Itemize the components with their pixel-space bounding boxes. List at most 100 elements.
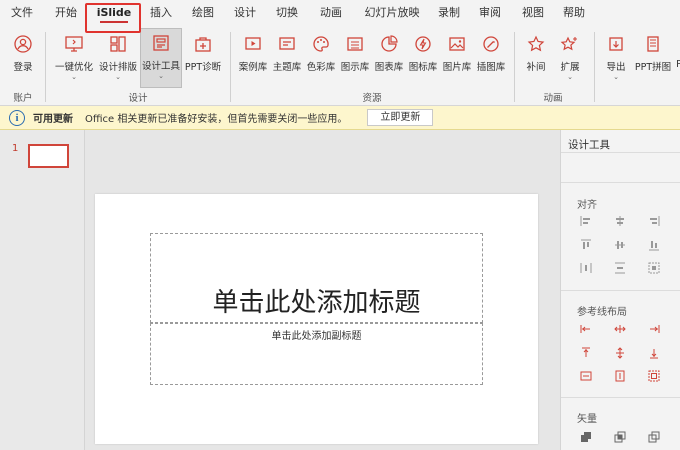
export-label: 导出 [606, 62, 626, 73]
collage-icon [640, 33, 666, 55]
menu-draw[interactable]: 绘图 [182, 0, 224, 26]
pie-chart-icon [376, 33, 402, 55]
illustration-library-button[interactable]: 插图库 [474, 30, 508, 88]
group-label-design: 设计 [128, 93, 148, 104]
slide-thumbnail[interactable] [28, 144, 69, 168]
group-divider [514, 32, 515, 102]
guide-top-icon[interactable] [579, 346, 593, 360]
star-icon [523, 33, 549, 55]
layout-grid-icon [105, 33, 131, 55]
menu-islide[interactable]: iSlide [88, 0, 140, 26]
extend-label: 扩展 [560, 62, 580, 73]
panel-divider [561, 182, 680, 183]
vector-union-icon[interactable] [579, 430, 593, 444]
guide-margins-icon[interactable] [647, 369, 661, 383]
subtitle-placeholder[interactable]: 单击此处添加副标题 [150, 323, 483, 385]
menu-animations[interactable]: 动画 [308, 0, 354, 26]
more-tools-icon [666, 33, 680, 55]
notification-message: Office 相关更新已准备好安装，但首先需要关闭一些应用。 [85, 114, 348, 125]
theme-icon [274, 33, 300, 55]
tween-button[interactable]: 补间 [520, 30, 552, 88]
vector-subtract-icon[interactable] [647, 430, 661, 444]
align-to-slide-icon[interactable] [647, 261, 661, 275]
diagram-library-button[interactable]: 图示库 [338, 30, 372, 88]
icon-library-button[interactable]: 图标库 [406, 30, 440, 88]
menu-record[interactable]: 录制 [430, 0, 468, 26]
design-tools-icon [148, 32, 174, 54]
title-placeholder[interactable]: 单击此处添加标题 [150, 233, 483, 323]
menu-review[interactable]: 审阅 [468, 0, 512, 26]
guide-center-h-icon[interactable] [613, 322, 627, 336]
slide-canvas: 单击此处添加标题 单击此处添加副标题 [85, 130, 560, 450]
vector-section-title: 矢量 [577, 414, 597, 425]
more-tools-button[interactable]: P [674, 30, 680, 88]
ppt-diagnose-button[interactable]: PPT诊断 [183, 30, 223, 88]
distribute-horizontal-icon[interactable] [579, 261, 593, 275]
user-icon [10, 33, 36, 55]
theme-library-button[interactable]: 主题库 [270, 30, 304, 88]
menu-help[interactable]: 帮助 [554, 0, 594, 26]
guide-width-icon[interactable] [579, 369, 593, 383]
active-tab-underline [100, 21, 128, 23]
group-label-animation: 动画 [543, 93, 563, 104]
image-icon [444, 33, 470, 55]
panel-divider [561, 152, 680, 153]
extend-button[interactable]: 扩展 ⌄ [554, 30, 586, 88]
color-library-button[interactable]: 色彩库 [304, 30, 338, 88]
case-library-button[interactable]: 案例库 [236, 30, 270, 88]
design-tools-button[interactable]: 设计工具 ⌄ [140, 28, 182, 88]
slide-number: 1 [12, 143, 19, 154]
picture-library-button[interactable]: 图片库 [440, 30, 474, 88]
vector-intersect-icon[interactable] [613, 430, 627, 444]
menu-islide-label: iSlide [96, 6, 132, 19]
align-right-icon[interactable] [647, 214, 661, 228]
slide-thumbnail-pane: 1 [0, 130, 85, 450]
login-button[interactable]: 登录 [6, 30, 40, 88]
menu-slideshow[interactable]: 幻灯片放映 [354, 0, 430, 26]
group-divider [230, 32, 231, 102]
slide[interactable]: 单击此处添加标题 单击此处添加副标题 [95, 194, 538, 444]
chevron-down-icon: ⌄ [71, 73, 77, 81]
menu-file[interactable]: 文件 [0, 0, 44, 26]
update-now-button[interactable]: 立即更新 [367, 109, 434, 126]
guide-right-icon[interactable] [647, 322, 661, 336]
design-tools-label: 设计工具 [141, 61, 180, 72]
case-library-label: 案例库 [238, 62, 268, 73]
one-click-optimize-label: 一键优化 [54, 62, 93, 73]
menu-home[interactable]: 开始 [44, 0, 88, 26]
chart-library-button[interactable]: 图表库 [372, 30, 406, 88]
menu-insert[interactable]: 插入 [140, 0, 182, 26]
align-middle-icon[interactable] [613, 238, 627, 252]
group-label-account: 账户 [13, 93, 33, 104]
group-divider [594, 32, 595, 102]
brush-circle-icon [478, 33, 504, 55]
export-button[interactable]: 导出 ⌄ [600, 30, 632, 88]
ppt-diagnose-label: PPT诊断 [184, 62, 222, 73]
align-top-icon[interactable] [579, 238, 593, 252]
export-icon [603, 33, 629, 55]
align-center-icon[interactable] [613, 214, 627, 228]
ribbon: 登录 账户 一键优化 ⌄ 设计排版 ⌄ 设计工具 ⌄ PPT诊断 设计 案例库 … [0, 26, 680, 106]
one-click-optimize-button[interactable]: 一键优化 ⌄ [52, 30, 96, 88]
menu-view[interactable]: 视图 [512, 0, 554, 26]
design-layout-button[interactable]: 设计排版 ⌄ [96, 30, 140, 88]
tween-label: 补间 [526, 62, 546, 73]
chevron-down-icon: ⌄ [115, 73, 121, 81]
guide-bottom-icon[interactable] [647, 346, 661, 360]
group-divider [45, 32, 46, 102]
panel-title: 设计工具 [568, 139, 610, 151]
star-plus-icon [557, 33, 583, 55]
distribute-vertical-icon[interactable] [613, 261, 627, 275]
play-slide-icon [240, 33, 266, 55]
guide-height-icon[interactable] [613, 369, 627, 383]
align-bottom-icon[interactable] [647, 238, 661, 252]
align-left-icon[interactable] [579, 214, 593, 228]
medical-kit-icon [190, 33, 216, 55]
menu-transitions[interactable]: 切换 [266, 0, 308, 26]
menu-design[interactable]: 设计 [224, 0, 266, 26]
guide-left-icon[interactable] [579, 322, 593, 336]
guides-section-title: 参考线布局 [577, 307, 627, 318]
group-label-resources: 资源 [362, 93, 382, 104]
guide-center-v-icon[interactable] [613, 346, 627, 360]
chevron-down-icon: ⌄ [158, 72, 164, 80]
